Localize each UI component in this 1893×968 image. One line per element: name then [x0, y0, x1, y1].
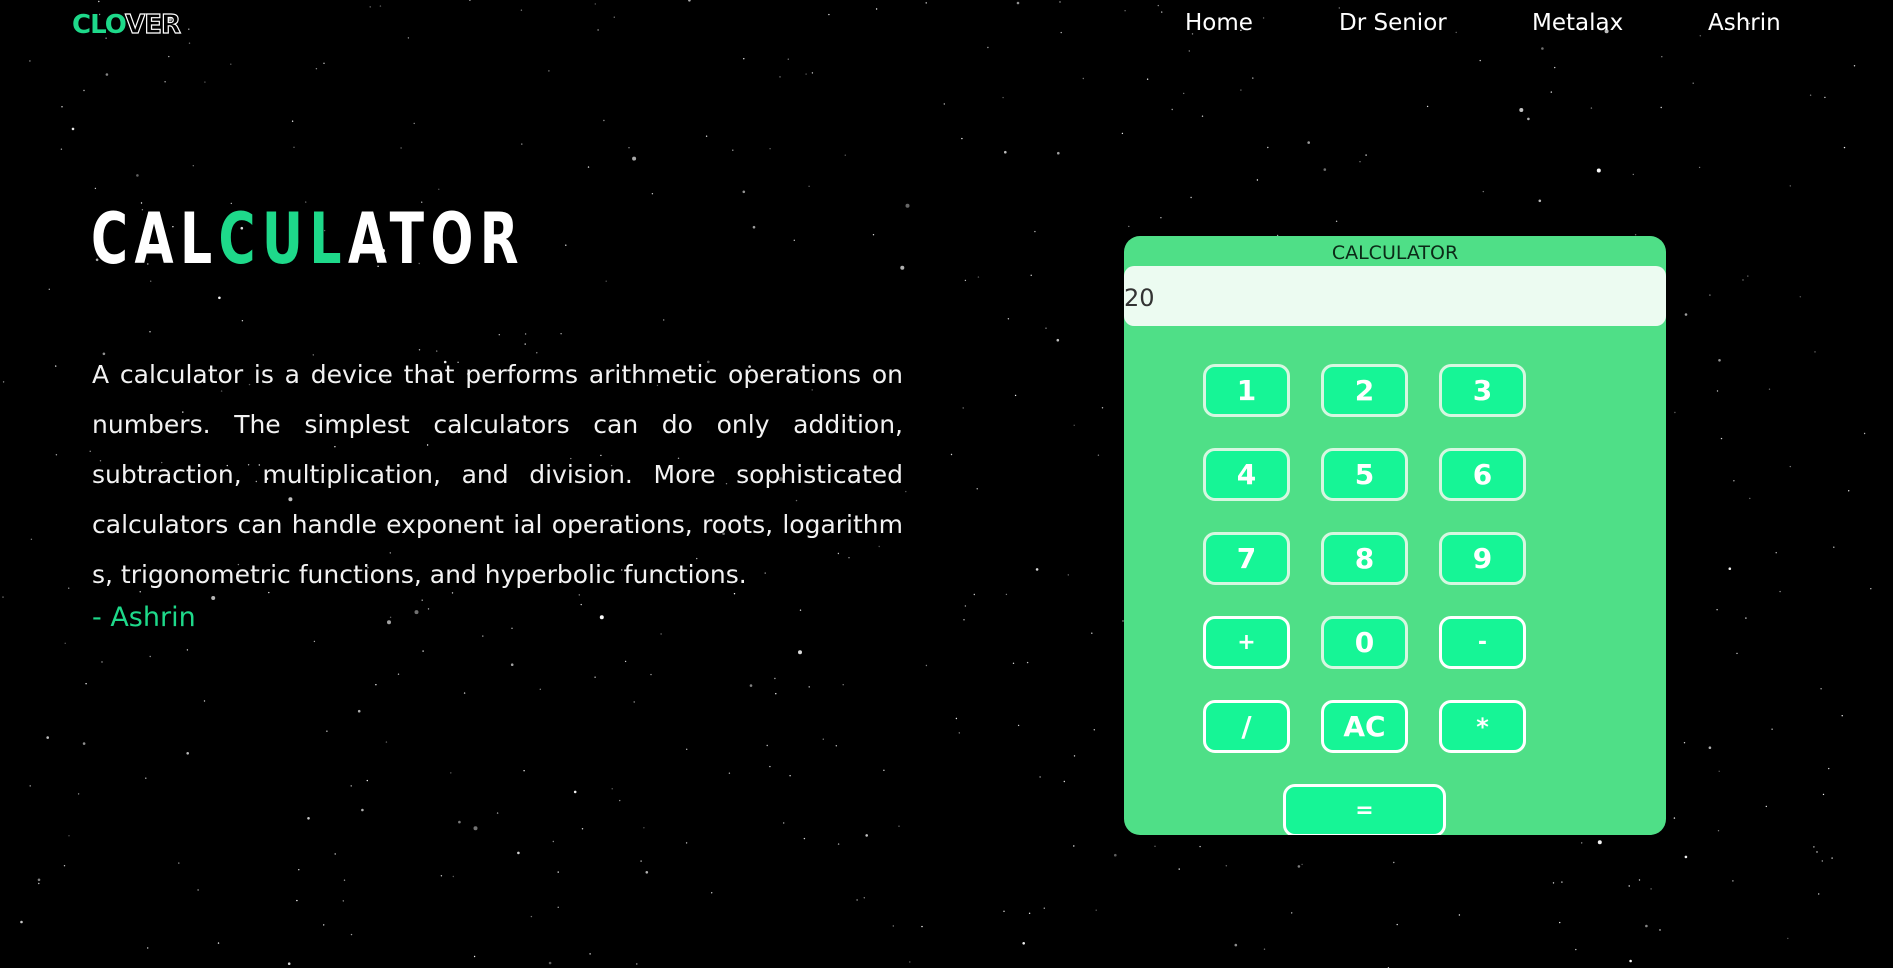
key-4-button[interactable]: 4 — [1203, 448, 1290, 501]
key-6-button[interactable]: 6 — [1439, 448, 1526, 501]
title-part-start: CAL — [91, 198, 219, 280]
nav-link-ashrin[interactable]: Ashrin — [1708, 10, 1781, 36]
calculator-title: CALCULATOR — [1331, 242, 1459, 264]
key-plus-button[interactable]: + — [1203, 616, 1290, 669]
description-paragraph: A calculator is a device that performs a… — [92, 360, 903, 589]
key-7-button[interactable]: 7 — [1203, 532, 1290, 585]
key-3-button[interactable]: 3 — [1439, 364, 1526, 417]
title-part-end: ATOR — [348, 198, 526, 280]
key-multiply-button[interactable]: * — [1439, 700, 1526, 753]
key-5-button[interactable]: 5 — [1321, 448, 1408, 501]
key-minus-button[interactable]: - — [1439, 616, 1526, 669]
key-1-button[interactable]: 1 — [1203, 364, 1290, 417]
title-part-highlight: CUL — [218, 198, 349, 280]
nav-link-metalax[interactable]: Metalax — [1532, 10, 1623, 36]
nav-link-home[interactable]: Home — [1185, 10, 1253, 36]
key-clear-button[interactable]: AC — [1321, 700, 1408, 753]
page-title: CALCULATOR — [91, 198, 525, 280]
key-9-button[interactable]: 9 — [1439, 532, 1526, 585]
key-divide-button[interactable]: / — [1203, 700, 1290, 753]
key-8-button[interactable]: 8 — [1321, 532, 1408, 585]
calculator-display[interactable] — [1124, 266, 1666, 326]
author-credit: - Ashrin — [92, 602, 196, 633]
key-0-button[interactable]: 0 — [1321, 616, 1408, 669]
nav-link-dr-senior[interactable]: Dr Senior — [1339, 10, 1447, 36]
calculator-panel: CALCULATOR 1 2 3 4 5 6 7 8 9 + 0 - / AC … — [1124, 236, 1666, 835]
key-equals-button[interactable]: = — [1283, 784, 1446, 835]
top-nav: Home Dr Senior Metalax Ashrin — [0, 10, 1893, 40]
key-2-button[interactable]: 2 — [1321, 364, 1408, 417]
